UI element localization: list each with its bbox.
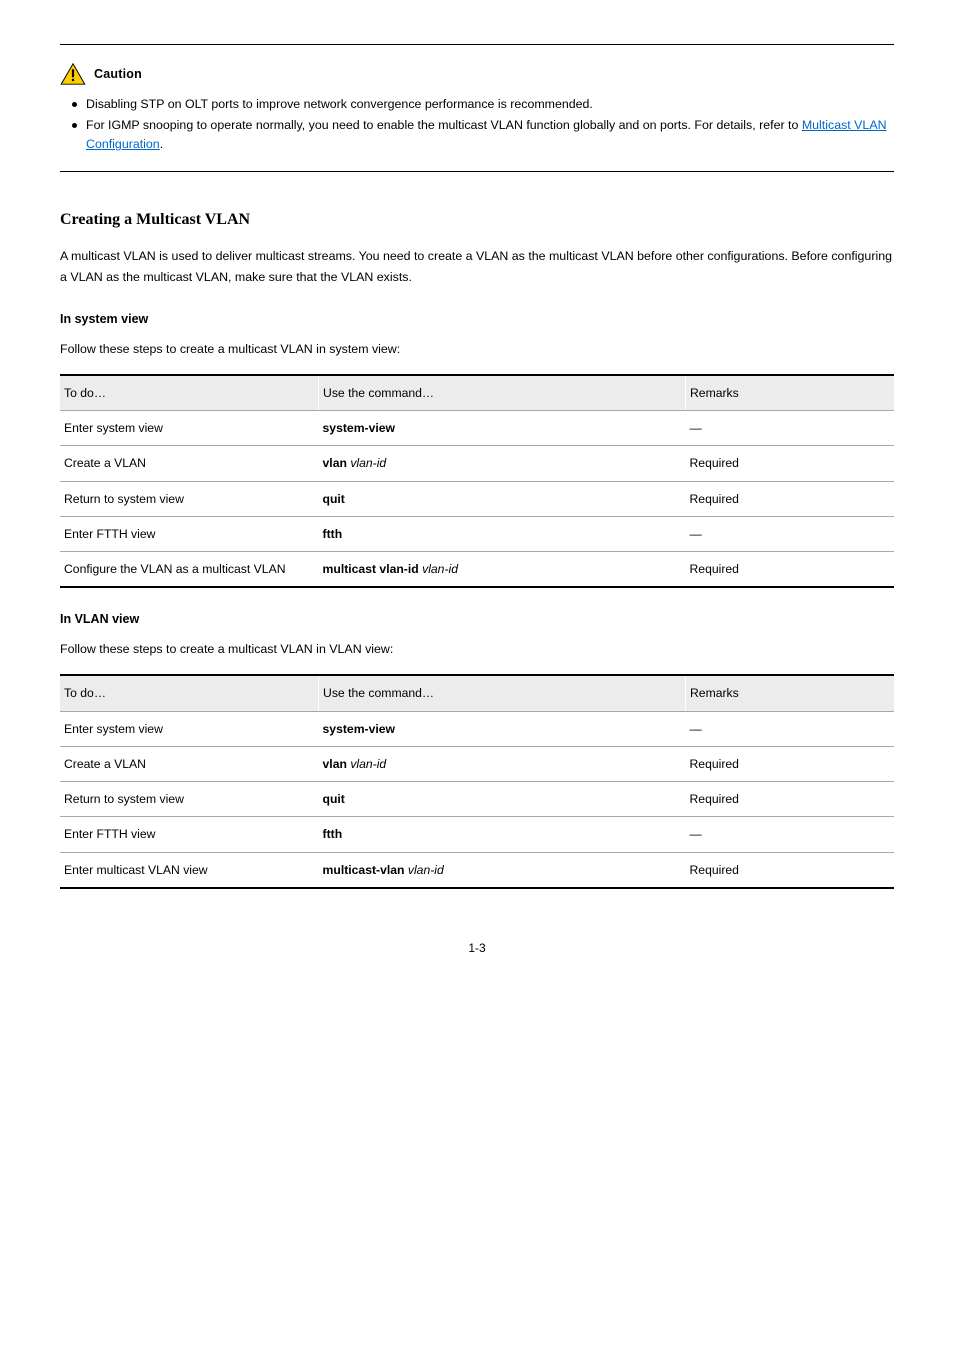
cell-remarks: — bbox=[685, 711, 894, 746]
table-row: Return to system view quit Required bbox=[60, 782, 894, 817]
cmd-arg: vlan-id bbox=[422, 562, 458, 576]
cell-cmd: multicast vlan-id vlan-id bbox=[319, 552, 686, 588]
cell-remarks: Required bbox=[685, 446, 894, 481]
table-row: Configure the VLAN as a multicast VLAN m… bbox=[60, 552, 894, 588]
callout-divider-bottom bbox=[60, 171, 894, 172]
table-vlan-view: To do… Use the command… Remarks Enter sy… bbox=[60, 674, 894, 889]
divider-top bbox=[60, 44, 894, 45]
table-header-row: To do… Use the command… Remarks bbox=[60, 675, 894, 711]
caution-callout: Caution Disabling STP on OLT ports to im… bbox=[60, 63, 894, 155]
table1-caption: In system view bbox=[60, 310, 894, 329]
cell-todo: Create a VLAN bbox=[60, 746, 319, 781]
cmd-text: vlan bbox=[323, 456, 351, 470]
table-row: Enter system view system-view — bbox=[60, 711, 894, 746]
bullet-2-pre: For IGMP snooping to operate normally, y… bbox=[86, 118, 802, 132]
th-cmd: Use the command… bbox=[319, 675, 686, 711]
cell-remarks: — bbox=[685, 817, 894, 852]
cell-cmd: ftth bbox=[319, 817, 686, 852]
cell-cmd: system-view bbox=[319, 410, 686, 445]
cell-todo: Enter system view bbox=[60, 410, 319, 445]
cell-remarks: Required bbox=[685, 552, 894, 588]
cell-todo: Enter multicast VLAN view bbox=[60, 852, 319, 888]
section-title-multicast-vlan: Creating a Multicast VLAN bbox=[60, 208, 894, 232]
cmd-text: quit bbox=[323, 792, 345, 806]
cmd-text: quit bbox=[323, 492, 345, 506]
cell-cmd: vlan vlan-id bbox=[319, 446, 686, 481]
cell-remarks: Required bbox=[685, 852, 894, 888]
table-row: Create a VLAN vlan vlan-id Required bbox=[60, 746, 894, 781]
cmd-text: vlan bbox=[323, 757, 351, 771]
th-todo: To do… bbox=[60, 675, 319, 711]
table-header-row: To do… Use the command… Remarks bbox=[60, 375, 894, 411]
caution-label: Caution bbox=[94, 65, 142, 84]
cell-cmd: system-view bbox=[319, 711, 686, 746]
cell-remarks: Required bbox=[685, 782, 894, 817]
cell-remarks: — bbox=[685, 410, 894, 445]
cell-todo: Return to system view bbox=[60, 481, 319, 516]
caution-bullet-2: For IGMP snooping to operate normally, y… bbox=[60, 116, 894, 154]
table1-lead: Follow these steps to create a multicast… bbox=[60, 339, 894, 360]
cmd-text: multicast vlan-id bbox=[323, 562, 423, 576]
table-row: Enter FTTH view ftth — bbox=[60, 516, 894, 551]
cell-cmd: quit bbox=[319, 481, 686, 516]
cmd-text: multicast-vlan bbox=[323, 863, 408, 877]
cell-todo: Enter FTTH view bbox=[60, 817, 319, 852]
cell-remarks: Required bbox=[685, 746, 894, 781]
cell-todo: Enter system view bbox=[60, 711, 319, 746]
section-body: A multicast VLAN is used to deliver mult… bbox=[60, 246, 894, 288]
page-number: 1-3 bbox=[60, 939, 894, 957]
cell-remarks: Required bbox=[685, 481, 894, 516]
cell-cmd: multicast-vlan vlan-id bbox=[319, 852, 686, 888]
cell-cmd: quit bbox=[319, 782, 686, 817]
table-system-view: To do… Use the command… Remarks Enter sy… bbox=[60, 374, 894, 589]
th-todo: To do… bbox=[60, 375, 319, 411]
cmd-text: ftth bbox=[323, 827, 343, 841]
cmd-arg: vlan-id bbox=[408, 863, 444, 877]
cmd-text: system-view bbox=[323, 421, 396, 435]
cmd-text: system-view bbox=[323, 722, 396, 736]
cell-cmd: ftth bbox=[319, 516, 686, 551]
cmd-arg: vlan-id bbox=[350, 456, 386, 470]
cell-todo: Return to system view bbox=[60, 782, 319, 817]
caution-bullet-1: Disabling STP on OLT ports to improve ne… bbox=[60, 95, 894, 114]
table2-lead: Follow these steps to create a multicast… bbox=[60, 639, 894, 660]
cell-todo: Configure the VLAN as a multicast VLAN bbox=[60, 552, 319, 588]
table-row: Enter FTTH view ftth — bbox=[60, 817, 894, 852]
table-row: Enter system view system-view — bbox=[60, 410, 894, 445]
th-remarks: Remarks bbox=[685, 375, 894, 411]
table-row: Return to system view quit Required bbox=[60, 481, 894, 516]
cell-todo: Enter FTTH view bbox=[60, 516, 319, 551]
cmd-arg: vlan-id bbox=[350, 757, 386, 771]
table-row: Create a VLAN vlan vlan-id Required bbox=[60, 446, 894, 481]
caution-triangle-icon bbox=[60, 63, 86, 85]
th-remarks: Remarks bbox=[685, 675, 894, 711]
cell-todo: Create a VLAN bbox=[60, 446, 319, 481]
bullet-2-post: . bbox=[160, 137, 163, 151]
cmd-text: ftth bbox=[323, 527, 343, 541]
table2-caption: In VLAN view bbox=[60, 610, 894, 629]
cell-remarks: — bbox=[685, 516, 894, 551]
table-row: Enter multicast VLAN view multicast-vlan… bbox=[60, 852, 894, 888]
th-cmd: Use the command… bbox=[319, 375, 686, 411]
cell-cmd: vlan vlan-id bbox=[319, 746, 686, 781]
